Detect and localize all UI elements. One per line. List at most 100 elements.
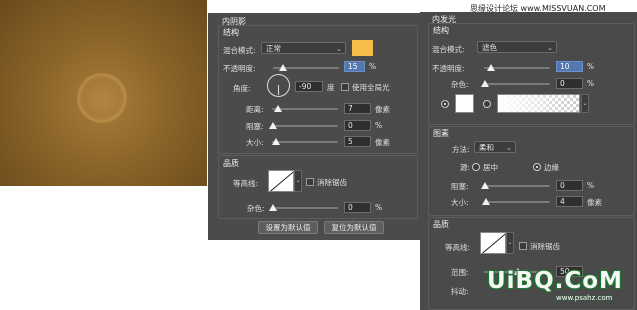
contour-picker[interactable] — [268, 170, 294, 192]
source-edge-radio[interactable] — [533, 163, 541, 171]
glow-size-label: 大小: — [451, 198, 469, 207]
noise-unit: % — [375, 203, 383, 212]
gradient-dropdown-arrow[interactable]: ⌄ — [581, 94, 589, 113]
glow-method-value: 柔和 — [479, 143, 494, 152]
glow-opacity-slider-thumb[interactable] — [487, 64, 495, 71]
glow-elements-section: 图素 方法: 柔和 ⌄ 源: 居中 边缘 阻塞: 0 % 大小: 4 像素 — [428, 126, 635, 216]
glow-choke-slider-track[interactable] — [484, 185, 550, 187]
angle-unit: 度 — [327, 83, 335, 92]
glow-circle-preview — [78, 74, 126, 122]
glow-contour-dropdown-arrow[interactable]: ⌄ — [506, 232, 514, 254]
glow-structure-section: 结构 混合模式: 滤色 ⌄ 不透明度: 10 % 杂色: 0 % ⌄ — [428, 23, 635, 125]
noise-slider-track[interactable] — [272, 207, 338, 209]
size-input[interactable]: 5 — [344, 136, 371, 147]
noise-slider-thumb[interactable] — [269, 204, 277, 211]
angle-label: 角度: — [233, 84, 251, 93]
angle-input[interactable]: -90 — [295, 81, 323, 92]
quality-title: 品质 — [223, 159, 239, 168]
antialias-checkbox[interactable] — [306, 178, 314, 186]
watermark-url: www.psahz.com — [556, 294, 613, 302]
source-center-radio[interactable] — [472, 163, 480, 171]
noise-input[interactable]: 0 — [344, 202, 371, 213]
glow-noise-input[interactable]: 0 — [556, 78, 583, 89]
glow-choke-unit: % — [587, 181, 595, 190]
glow-jitter-label: 抖动: — [451, 287, 469, 296]
preview-canvas — [0, 0, 207, 186]
glow-source-label: 源: — [460, 163, 471, 172]
glow-opacity-unit: % — [587, 62, 595, 71]
glow-method-select[interactable]: 柔和 ⌄ — [474, 141, 516, 153]
chevron-down-icon: ⌄ — [547, 44, 553, 52]
opacity-label: 不透明度: — [223, 64, 256, 73]
glow-antialias-label: 消除锯齿 — [530, 242, 560, 251]
glow-antialias-checkbox[interactable] — [519, 242, 527, 250]
glow-size-unit: 像素 — [587, 198, 602, 207]
glow-method-label: 方法: — [452, 145, 470, 154]
opacity-unit: % — [369, 62, 377, 71]
gradient-radio[interactable] — [483, 100, 491, 108]
glow-size-slider-thumb[interactable] — [482, 198, 490, 205]
glow-elements-title: 图素 — [433, 129, 449, 138]
glow-color-swatch[interactable] — [455, 94, 474, 113]
structure-title: 结构 — [223, 28, 239, 37]
antialias-label: 消除锯齿 — [317, 178, 347, 187]
global-light-label: 使用全局光 — [352, 83, 390, 92]
inner-shadow-quality-section: 品质 等高线: ⌄ 消除锯齿 杂色: 0 % — [218, 155, 418, 219]
shadow-color-swatch[interactable] — [352, 40, 373, 56]
glow-contour-label: 等高线: — [445, 243, 471, 252]
blend-mode-label: 混合模式: — [223, 46, 256, 55]
choke-input[interactable]: 0 — [344, 120, 371, 131]
glow-noise-label: 杂色: — [451, 80, 469, 89]
source-center-label: 居中 — [483, 163, 498, 172]
glow-size-input[interactable]: 4 — [556, 196, 583, 207]
glow-choke-label: 阻塞: — [451, 182, 469, 191]
source-edge-label: 边缘 — [544, 163, 559, 172]
choke-slider-track[interactable] — [272, 125, 338, 127]
blend-mode-select[interactable]: 正常 ⌄ — [261, 42, 346, 54]
choke-label: 阻塞: — [246, 122, 264, 131]
glow-choke-input[interactable]: 0 — [556, 180, 583, 191]
glow-opacity-label: 不透明度: — [432, 64, 465, 73]
distance-slider-thumb[interactable] — [274, 105, 282, 112]
inner-shadow-structure-section: 结构 混合模式: 正常 ⌄ 不透明度: 15 % 角度: -90 度 使用全局光… — [218, 25, 418, 154]
glow-noise-unit: % — [587, 79, 595, 88]
distance-unit: 像素 — [375, 105, 390, 114]
gradient-swatch[interactable] — [497, 94, 580, 113]
inner-shadow-panel: 内阴影 结构 混合模式: 正常 ⌄ 不透明度: 15 % 角度: -90 度 使… — [208, 13, 420, 240]
glow-contour-picker[interactable] — [480, 232, 506, 254]
contour-label: 等高线: — [233, 179, 259, 188]
angle-dial-needle — [278, 85, 279, 95]
set-default-button[interactable]: 设置为默认值 — [258, 221, 318, 234]
contour-dropdown-arrow[interactable]: ⌄ — [294, 170, 302, 192]
glow-choke-slider-thumb[interactable] — [481, 182, 489, 189]
size-slider-track[interactable] — [272, 141, 338, 143]
blend-mode-value: 正常 — [266, 44, 281, 53]
solid-color-radio[interactable] — [441, 100, 449, 108]
noise-label: 杂色: — [247, 204, 265, 213]
opacity-slider-thumb[interactable] — [279, 64, 287, 71]
inner-glow-panel: 内发光 结构 混合模式: 滤色 ⌄ 不透明度: 10 % 杂色: 0 % ⌄ 图… — [420, 12, 637, 310]
distance-input[interactable]: 7 — [344, 103, 371, 114]
watermark-logo: UiBQ.CoM — [487, 268, 623, 294]
opacity-input[interactable]: 15 — [344, 61, 365, 72]
glow-range-label: 范围: — [451, 268, 469, 277]
glow-blend-select[interactable]: 滤色 ⌄ — [477, 41, 557, 53]
global-light-checkbox[interactable] — [341, 83, 349, 91]
size-label: 大小: — [246, 138, 264, 147]
chevron-down-icon: ⌄ — [336, 45, 342, 53]
size-slider-thumb[interactable] — [272, 138, 280, 145]
chevron-down-icon: ⌄ — [506, 144, 512, 152]
glow-blend-value: 滤色 — [482, 43, 497, 52]
choke-unit: % — [375, 121, 383, 130]
size-unit: 像素 — [375, 138, 390, 147]
glow-size-slider-track[interactable] — [484, 201, 550, 203]
glow-noise-slider-thumb[interactable] — [481, 80, 489, 87]
glow-blend-label: 混合模式: — [432, 45, 465, 54]
choke-slider-thumb[interactable] — [269, 122, 277, 129]
angle-dial[interactable] — [267, 74, 290, 97]
distance-label: 距离: — [246, 105, 264, 114]
glow-quality-title: 品质 — [433, 220, 449, 229]
glow-opacity-input[interactable]: 10 — [556, 61, 583, 72]
glow-noise-slider-track[interactable] — [484, 83, 550, 85]
reset-default-button[interactable]: 复位为默认值 — [324, 221, 384, 234]
